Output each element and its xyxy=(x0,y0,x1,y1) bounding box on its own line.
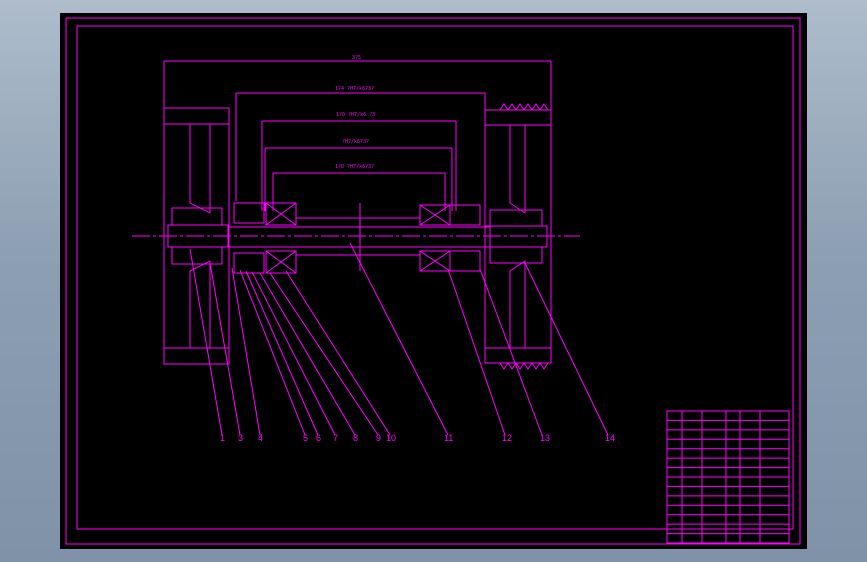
part-labels: 1 3 4 5 6 7 8 9 10 11 12 13 14 xyxy=(220,433,615,443)
cad-drawing: 3?5 1?4 ?H7/k6?3? 1?0 ?H7/k6 ?3 ?H7/k6?3… xyxy=(65,17,801,545)
dimension-fourth: ?H7/k6?3? xyxy=(342,139,369,145)
dimension-second: 1?4 ?H7/k6?3? xyxy=(335,86,374,92)
part-label-9: 9 xyxy=(376,433,381,443)
part-label-1: 1 xyxy=(220,433,225,443)
part-label-11: 11 xyxy=(444,433,453,443)
part-label-14: 14 xyxy=(605,433,615,443)
dimension-fifth: 1?0 ?H7/k6?3? xyxy=(335,164,374,170)
right-bearings xyxy=(419,204,481,272)
left-bearings xyxy=(233,202,297,274)
drawing-viewport[interactable]: 3?5 1?4 ?H7/k6?3? 1?0 ?H7/k6 ?3 ?H7/k6?3… xyxy=(60,13,807,549)
title-block xyxy=(666,410,790,544)
dimension-third: 1?0 ?H7/k6 ?3 xyxy=(336,112,375,118)
leader-lines xyxy=(189,242,609,436)
inner-frame xyxy=(76,25,794,530)
part-label-13: 13 xyxy=(540,433,550,443)
part-label-5: 5 xyxy=(303,433,308,443)
dimension-lines xyxy=(163,60,552,211)
part-label-8: 8 xyxy=(353,433,358,443)
part-label-3: 3 xyxy=(238,433,243,443)
part-label-4: 4 xyxy=(258,433,263,443)
dimension-overall: 3?5 xyxy=(352,55,361,61)
part-label-12: 12 xyxy=(502,433,512,443)
part-label-6: 6 xyxy=(316,433,321,443)
part-label-7: 7 xyxy=(333,433,338,443)
outer-frame xyxy=(65,17,801,545)
part-label-10: 10 xyxy=(386,433,396,443)
